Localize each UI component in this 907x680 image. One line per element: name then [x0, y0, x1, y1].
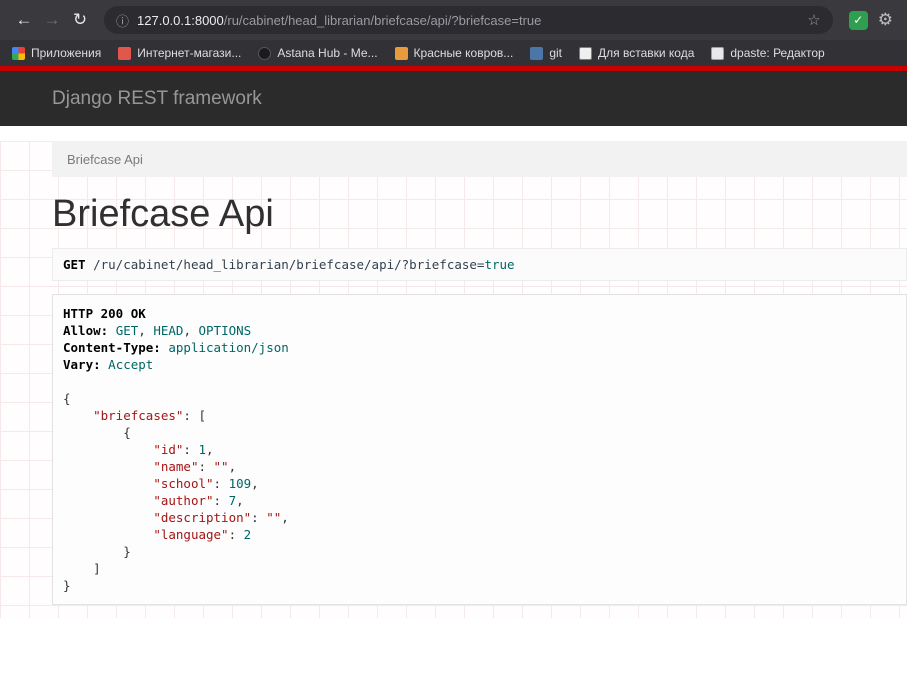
code-line: Vary: Accept: [63, 357, 154, 372]
code-line: HTTP 200 OK: [63, 306, 146, 321]
bookmarks-bar: Приложения Интернет-магази... Astana Hub -…: [0, 40, 907, 66]
back-icon[interactable]: ←: [10, 6, 38, 34]
bookmark-label: Для вставки кода: [598, 46, 695, 60]
code-line: ]: [63, 561, 101, 576]
reload-icon[interactable]: ↻: [66, 6, 94, 34]
code-line: "id": 1,: [153, 442, 214, 457]
extension-green-icon[interactable]: ✓: [848, 10, 868, 30]
url-host: 127.0.0.1:8000: [137, 12, 224, 28]
browser-toolbar: ← → ↻ ⓘ 127.0.0.1:8000/ru/cabinet/head_l…: [0, 0, 907, 40]
bookmark-label: git: [549, 46, 562, 60]
forward-icon[interactable]: →: [38, 6, 66, 34]
code-favicon-icon: [579, 46, 592, 60]
apps-favicon-icon: [12, 46, 25, 60]
bookmark-label: dpaste: Редактор: [730, 46, 825, 60]
address-bar[interactable]: ⓘ 127.0.0.1:8000/ru/cabinet/head_librari…: [104, 6, 833, 34]
page-title: Briefcase Api: [52, 193, 274, 235]
code-line: {: [63, 425, 131, 440]
settings-gear-icon[interactable]: ⚙: [878, 10, 893, 30]
breadcrumb: Briefcase Api: [52, 141, 907, 177]
bookmark-label: Интернет-магази...: [137, 46, 242, 60]
code-line: {: [63, 391, 71, 406]
request-line: GET /ru/cabinet/head_librarian/briefcase…: [52, 248, 907, 281]
code-line: "name": "",: [153, 459, 237, 474]
bookmark-item[interactable]: Интернет-магази...: [118, 46, 241, 60]
bookmark-item[interactable]: dpaste: Редактор: [711, 46, 825, 60]
bookmark-star-icon[interactable]: ☆: [807, 11, 820, 29]
url-text: 127.0.0.1:8000/ru/cabinet/head_librarian…: [137, 13, 541, 28]
bookmark-label: Красные ковров...: [413, 46, 514, 60]
bookmark-item[interactable]: Для вставки кода: [579, 46, 694, 60]
code-line: }: [63, 578, 71, 593]
code-line: Content-Type: application/json: [63, 340, 289, 355]
page-content: Briefcase Api Briefcase Api GET /ru/cabi…: [0, 141, 907, 618]
code-line: "author": 7,: [153, 493, 244, 508]
vk-favicon-icon: [530, 46, 544, 60]
breadcrumb-link[interactable]: Briefcase Api: [67, 152, 143, 167]
paste-favicon-icon: [711, 46, 725, 60]
bookmark-item[interactable]: git: [530, 46, 562, 60]
page-info-icon[interactable]: ⓘ: [116, 11, 129, 30]
hub-favicon-icon: [258, 46, 272, 60]
bookmark-label: Приложения: [31, 46, 102, 60]
code-line: "school": 109,: [153, 476, 259, 491]
response-body: HTTP 200 OK Allow: GET, HEAD, OPTIONS Cont…: [52, 294, 907, 605]
carpet-favicon-icon: [394, 46, 408, 60]
drf-navbar: Django REST framework: [0, 71, 907, 126]
code-line: }: [63, 544, 131, 559]
shop-favicon-icon: [118, 46, 132, 60]
code-line: GET /ru/cabinet/head_librarian/briefcase…: [63, 257, 515, 272]
code-line: "briefcases": [: [93, 408, 206, 423]
bookmark-item[interactable]: Astana Hub - Ме...: [258, 46, 378, 60]
bookmark-item[interactable]: Красные ковров...: [394, 46, 514, 60]
bookmark-item[interactable]: Приложения: [12, 46, 101, 60]
url-path: /ru/cabinet/head_librarian/briefcase/api…: [223, 12, 542, 28]
code-line: "language": 2: [153, 527, 252, 542]
bookmark-label: Astana Hub - Ме...: [277, 46, 378, 60]
code-line: "description": "",: [153, 510, 289, 525]
drf-brand[interactable]: Django REST framework: [52, 88, 262, 110]
code-line: Allow: GET, HEAD, OPTIONS: [63, 323, 252, 338]
